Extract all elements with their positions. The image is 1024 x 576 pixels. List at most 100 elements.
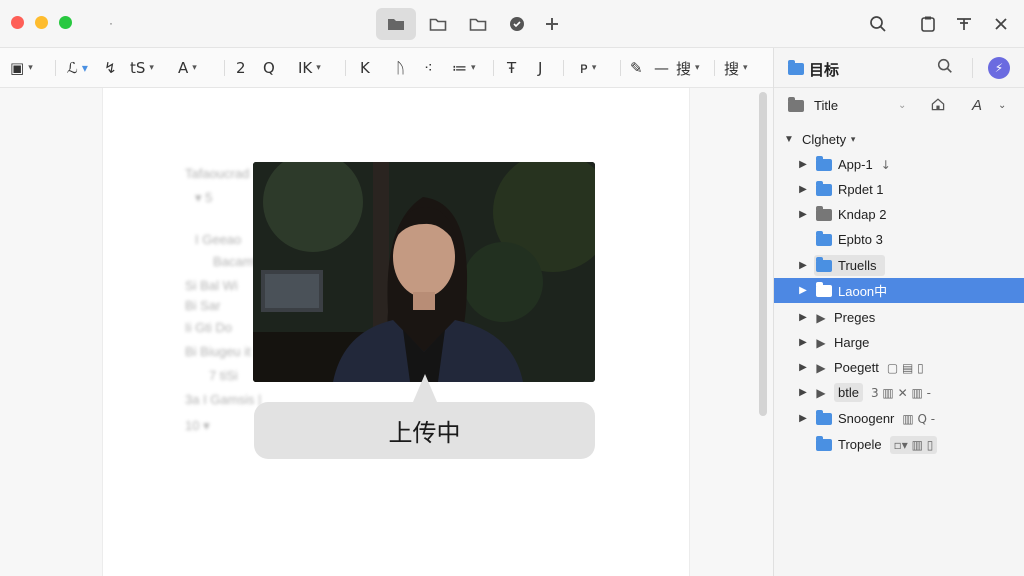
expand-icon[interactable]: ▶ [796, 159, 810, 170]
chevron-down-icon[interactable]: ⌄ [998, 100, 1006, 111]
folder-filled-icon[interactable] [376, 8, 416, 40]
toolbar-divider [714, 60, 715, 76]
pen-icon[interactable]: ✎ [630, 56, 643, 80]
blurred-text: ▾ 5 [195, 190, 213, 205]
folder-outline-icon[interactable] [458, 8, 498, 40]
tool-p[interactable]: ᴘ ▾ [580, 56, 596, 80]
tool-j[interactable]: J [538, 56, 542, 80]
filter-row[interactable]: Title ⌄ A ⌄ [774, 93, 1024, 118]
tree-item[interactable]: ▶ ▶ Preges [774, 305, 1024, 330]
tool-u[interactable]: ᚢ [396, 56, 405, 80]
editor-scrollbar[interactable] [759, 92, 767, 416]
page-triangle-icon: ▶ [816, 335, 826, 350]
folder-icon [816, 205, 832, 221]
tree-root[interactable]: ▼ Clghety ▾ [774, 127, 1024, 152]
expand-icon[interactable]: ▶ [796, 337, 810, 348]
tree-item[interactable]: ▶ ▶ Poegett ▢ ▤ ▯ [774, 355, 1024, 380]
expand-icon[interactable]: ▶ [796, 184, 810, 195]
tool-ts[interactable]: tS ▾ [130, 56, 154, 80]
zoom-window-button[interactable] [59, 16, 72, 29]
tree-item[interactable]: ▶ Snoogenr ▥ Q - [774, 406, 1024, 431]
page-triangle-icon: ▶ [816, 310, 826, 325]
tree-item-actions[interactable]: ▥ Q - [902, 412, 935, 426]
tool-number[interactable]: 2 [236, 56, 246, 80]
blurred-text: Si Bal Wi [185, 278, 238, 293]
clipboard-icon[interactable] [908, 8, 948, 40]
plus-icon[interactable] [532, 8, 572, 40]
expand-icon[interactable]: ▶ [796, 362, 810, 373]
home-icon[interactable] [930, 96, 946, 115]
font-filter-letter[interactable]: A [972, 97, 982, 114]
folder-icon [788, 96, 804, 112]
tree-item[interactable]: ▶ ▶ btle 3 ▥ ✕ ▥ - [774, 380, 1024, 405]
expand-icon[interactable]: ▶ [796, 312, 810, 323]
tree-item-label: Rpdet 1 [838, 182, 884, 197]
folder-icon[interactable] [418, 8, 458, 40]
tool-k[interactable]: K [360, 56, 370, 80]
folder-icon [816, 155, 832, 171]
folder-icon [816, 409, 832, 425]
panel-divider [972, 58, 973, 78]
blurred-text: 7 tiSi [209, 368, 238, 383]
blurred-text: 3a I Gamsis | [185, 392, 262, 407]
toolbar-divider [620, 60, 621, 76]
ai-assistant-icon[interactable]: ⚡ [988, 57, 1010, 79]
edit-box-icon: ▣ [10, 59, 25, 77]
tree-item-suffix: ↓ [880, 157, 891, 172]
tree-item-label: Preges [834, 310, 876, 325]
tree-root-label: Clghety [802, 132, 847, 147]
tree-item-actions[interactable]: ▫▾ ▥ ▯ [889, 435, 938, 454]
blurred-text: Ii Gti Do [185, 320, 232, 335]
upload-status-tooltip: 上传中 [254, 402, 595, 459]
blurred-text: Tafaoucrad [185, 166, 250, 181]
portrait-photo [253, 162, 595, 382]
tree-item-label: Harge [834, 335, 870, 350]
title-dot: · [109, 16, 113, 30]
chevron-down-icon[interactable]: ▾ [846, 134, 860, 145]
tree-item-actions[interactable]: ▢ ▤ ▯ [887, 361, 924, 375]
tool-search[interactable]: Q [263, 56, 275, 80]
tree-item-label: Truells [838, 258, 877, 273]
tree-item-selected[interactable]: ▶ Laoon中 [774, 278, 1024, 303]
toolbar-divider [493, 60, 494, 76]
expand-icon[interactable]: ▶ [796, 285, 810, 296]
badge-gear-icon[interactable] [497, 8, 537, 40]
search-icon[interactable] [936, 57, 954, 80]
tool-x[interactable]: ⁖ [424, 56, 433, 80]
tree-item[interactable]: ▶ App-1 ↓ [774, 152, 1024, 177]
close-window-button[interactable] [11, 16, 24, 29]
expand-icon[interactable]: ▶ [796, 387, 810, 398]
tool-search-cn-2[interactable]: 搜 ▾ [724, 56, 748, 80]
tree-item[interactable]: ▶ Truells [774, 253, 1024, 278]
tree-item[interactable]: ▶ Kndap 2 [774, 202, 1024, 227]
tree-item[interactable]: Tropele ▫▾ ▥ ▯ [774, 432, 1024, 457]
search-icon[interactable] [858, 8, 898, 40]
expand-icon[interactable]: ▶ [796, 260, 810, 271]
expand-icon[interactable]: ▶ [796, 209, 810, 220]
tool-font[interactable]: A ▾ [178, 56, 197, 80]
close-icon[interactable] [981, 8, 1021, 40]
expand-icon[interactable]: ▶ [796, 413, 810, 424]
tool-list[interactable]: ≔ ▾ [452, 56, 476, 80]
tool-search-cn[interactable]: 搜 ▾ [676, 56, 700, 80]
tree-item[interactable]: ▶ ▶ Harge [774, 330, 1024, 355]
tool-columns[interactable]: IK ▾ [298, 56, 321, 80]
insert-dropdown[interactable]: ▣ ▾ [10, 56, 33, 80]
uploading-image[interactable] [253, 162, 595, 382]
toolbar-divider [345, 60, 346, 76]
folder-icon [788, 60, 804, 75]
tree-item[interactable]: ▶ Rpdet 1 [774, 177, 1024, 202]
translate-icon[interactable] [944, 8, 984, 40]
tree-item-label: Poegett [834, 360, 879, 375]
tool-dash[interactable]: — [654, 56, 669, 80]
tree-item[interactable]: Epbto 3 [774, 227, 1024, 252]
blurred-text: Bi Sar [185, 298, 221, 313]
tool-style[interactable]: ℒ ▾ [67, 56, 88, 80]
chevron-down-icon[interactable]: ⌄ [898, 100, 906, 111]
minimize-window-button[interactable] [35, 16, 48, 29]
tree-item-actions[interactable]: 3 ▥ ✕ ▥ - [871, 386, 931, 400]
tool-lightning[interactable]: ↯ [104, 56, 117, 80]
tool-t[interactable]: Ŧ [507, 56, 516, 80]
blurred-text: 10 ▾ [185, 418, 210, 433]
expand-down-icon[interactable]: ▼ [782, 134, 796, 145]
